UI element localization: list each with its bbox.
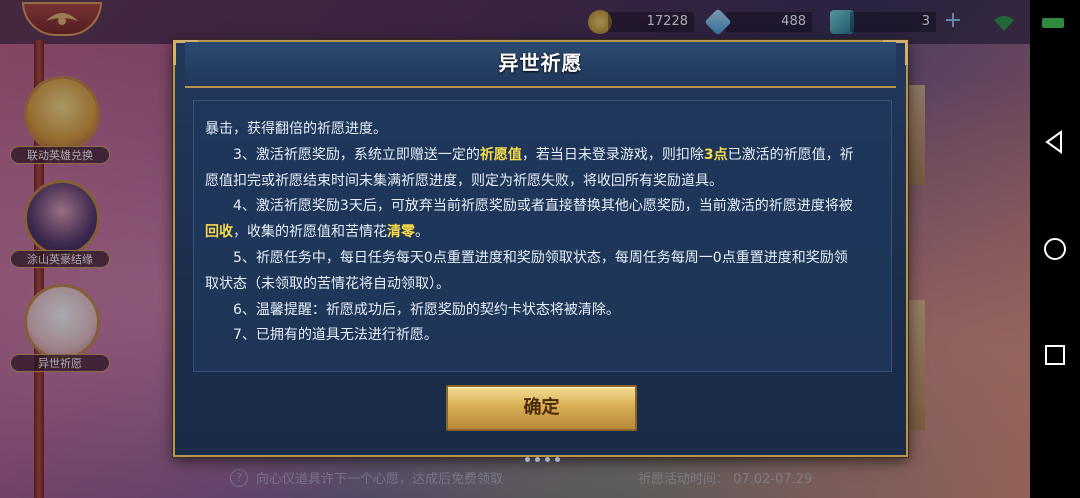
highlight-text: 祈愿值 [479, 146, 522, 163]
rule-paragraph: 4、激活祈愿奖励3天后，可放弃当前祈愿奖励或者直接替换其他心愿奖励，当前激活的祈… [205, 198, 853, 241]
recents-icon[interactable] [1041, 341, 1069, 369]
rule-paragraph: 暴击，获得翻倍的祈愿进度。 [205, 121, 387, 137]
highlight-text: 3点 [703, 146, 728, 163]
back-icon[interactable] [1041, 128, 1069, 156]
pager-dots [525, 457, 560, 462]
dialog-title: 异世祈愿 [498, 51, 583, 75]
rule-paragraph: 3、激活祈愿奖励，系统立即赠送一定的祈愿值，若当日未登录游戏，则扣除3点已激活的… [205, 146, 854, 189]
rule-paragraph: 7、已拥有的道具无法进行祈愿。 [205, 327, 438, 344]
rules-dialog: 异世祈愿 暴击，获得翻倍的祈愿进度。 3、激活祈愿奖励，系统立即赠送一定的祈愿值… [173, 40, 908, 462]
highlight-text: 清零 [387, 224, 415, 241]
rule-paragraph: 5、祈愿任务中，每日任务每天0点重置进度和奖励领取状态，每周任务每周一0点重置进… [205, 249, 848, 292]
rule-paragraph: 6、温馨提醒：祈愿成功后，祈愿奖励的契约卡状态将被清除。 [205, 301, 620, 318]
confirm-button[interactable]: 确定 [446, 385, 637, 431]
android-nav-bar [1030, 0, 1080, 498]
rules-text: 暴击，获得翻倍的祈愿进度。 3、激活祈愿奖励，系统立即赠送一定的祈愿值，若当日未… [205, 117, 855, 349]
battery-icon [1042, 18, 1064, 28]
highlight-text: 回收 [205, 224, 233, 241]
dialog-header: 异世祈愿 [185, 42, 896, 88]
home-icon[interactable] [1041, 235, 1069, 263]
